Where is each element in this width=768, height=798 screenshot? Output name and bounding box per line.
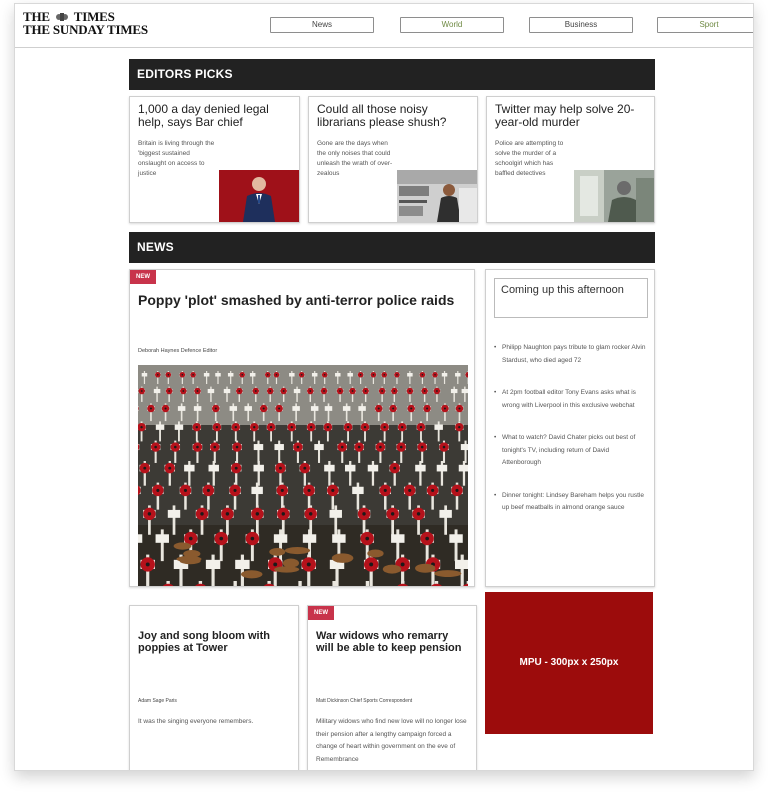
editors-picks-heading: EDITORS PICKS <box>129 59 655 90</box>
list-item[interactable]: At 2pm football editor Tony Evans asks w… <box>494 387 646 412</box>
pick-summary: Police are attempting to solve the murde… <box>495 140 564 177</box>
story-byline: Adam Sage Paris <box>138 698 177 704</box>
story-card[interactable]: NEW War widows who remarry will be able … <box>307 605 477 770</box>
coming-up-list: Philipp Naughton pays tribute to glam ro… <box>494 342 646 535</box>
new-badge: NEW <box>308 606 334 620</box>
coming-up-sidebar: Coming up this afternoon Philipp Naughto… <box>485 269 655 587</box>
editors-pick-card[interactable]: Could all those noisy librarians please … <box>308 96 478 223</box>
story-byline: Matt Dickinson Chief Sports Corresponden… <box>316 698 413 704</box>
pick-photo[interactable] <box>219 170 299 222</box>
new-badge: NEW <box>130 270 156 284</box>
editors-pick-card[interactable]: Twitter may help solve 20-year-old murde… <box>486 96 655 223</box>
header-divider <box>15 47 753 48</box>
pick-headline[interactable]: Could all those noisy librarians please … <box>317 103 467 129</box>
pick-photo[interactable] <box>574 170 654 222</box>
list-item[interactable]: Dinner tonight: Lindsey Bareham helps yo… <box>494 490 646 515</box>
main-story-card[interactable]: NEW Poppy 'plot' smashed by anti-terror … <box>129 269 475 587</box>
editors-pick-card[interactable]: 1,000 a day denied legal help, says Bar … <box>129 96 300 223</box>
nav-news-button[interactable]: News <box>270 17 374 33</box>
pick-photo[interactable] <box>397 170 477 222</box>
pick-summary: Gone are the days when the only noises t… <box>317 140 393 177</box>
news-heading: NEWS <box>129 232 655 263</box>
story-headline[interactable]: Joy and song bloom with poppies at Tower <box>138 630 288 654</box>
nav-world-button[interactable]: World <box>400 17 504 33</box>
pick-headline[interactable]: 1,000 a day denied legal help, says Bar … <box>138 103 288 129</box>
coming-up-title: Coming up this afternoon <box>494 278 648 318</box>
nav-sport-button[interactable]: Sport <box>657 17 753 33</box>
list-item[interactable]: Philipp Naughton pays tribute to glam ro… <box>494 342 646 367</box>
royal-crest-icon <box>55 13 68 21</box>
story-card[interactable]: Joy and song bloom with poppies at Tower… <box>129 605 299 770</box>
story-headline[interactable]: War widows who remarry will be able to k… <box>316 630 466 654</box>
story-summary: It was the singing everyone remembers. <box>138 718 254 725</box>
masthead-logo[interactable]: THE TIMES THE SUNDAY TIMES <box>23 10 148 37</box>
masthead-sunday-times: THE SUNDAY TIMES <box>23 22 148 37</box>
pick-headline[interactable]: Twitter may help solve 20-year-old murde… <box>495 103 645 129</box>
list-item[interactable]: What to watch? David Chater picks out be… <box>494 432 646 470</box>
mpu-ad-placeholder[interactable]: MPU - 300px x 250px <box>485 592 653 734</box>
page-frame: THE TIMES THE SUNDAY TIMES News World Bu… <box>14 3 754 771</box>
top-nav: News World Business Sport <box>270 17 753 33</box>
nav-business-button[interactable]: Business <box>529 17 633 33</box>
poppy-field-photo[interactable] <box>138 365 468 587</box>
pick-summary: Britain is living through the 'biggest s… <box>138 140 215 177</box>
main-story-headline[interactable]: Poppy 'plot' smashed by anti-terror poli… <box>138 293 458 308</box>
main-story-byline: Deborah Haynes Defence Editor <box>138 348 218 354</box>
story-summary: Military widows who find new love will n… <box>316 718 467 763</box>
